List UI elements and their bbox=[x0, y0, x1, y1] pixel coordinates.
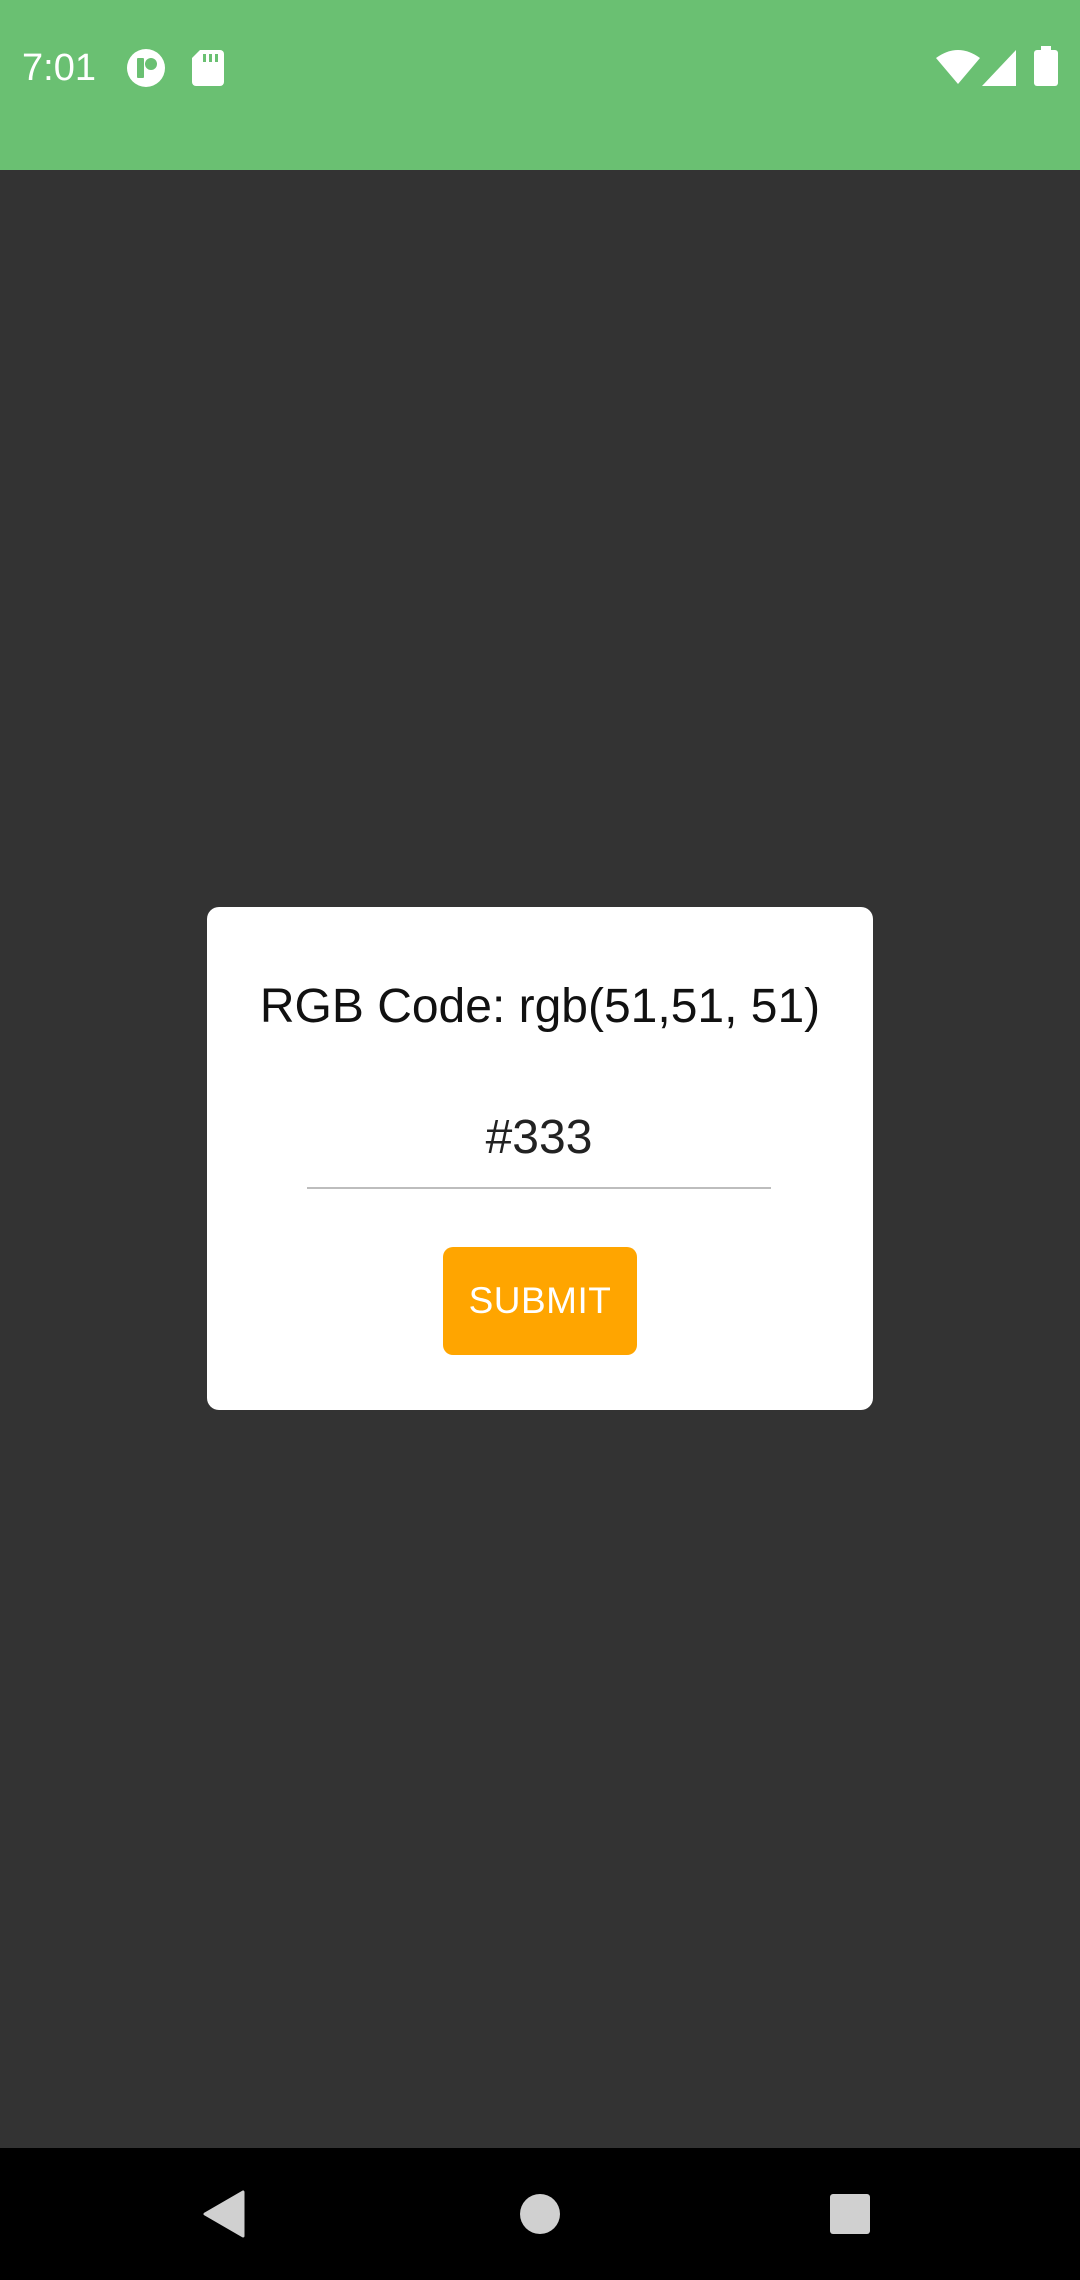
hex-code-input[interactable] bbox=[307, 1087, 771, 1189]
home-icon bbox=[520, 2194, 560, 2234]
cell-signal-icon bbox=[982, 50, 1016, 86]
app-notification-icon bbox=[127, 49, 165, 87]
recents-icon bbox=[830, 2194, 870, 2234]
rgb-code-label: RGB Code: rgb(51,51, 51) bbox=[259, 980, 821, 1033]
status-bar: 7:01 bbox=[0, 0, 1080, 170]
back-button[interactable] bbox=[155, 2148, 295, 2280]
wifi-icon bbox=[936, 50, 980, 84]
back-icon bbox=[203, 2190, 245, 2238]
color-dialog: RGB Code: rgb(51,51, 51) SUBMIT bbox=[207, 907, 873, 1410]
battery-icon bbox=[1034, 46, 1058, 86]
sd-card-icon bbox=[192, 50, 224, 86]
home-button[interactable] bbox=[470, 2148, 610, 2280]
recents-button[interactable] bbox=[780, 2148, 920, 2280]
submit-button[interactable]: SUBMIT bbox=[443, 1247, 637, 1355]
navigation-bar bbox=[0, 2148, 1080, 2280]
status-time: 7:01 bbox=[22, 47, 96, 89]
